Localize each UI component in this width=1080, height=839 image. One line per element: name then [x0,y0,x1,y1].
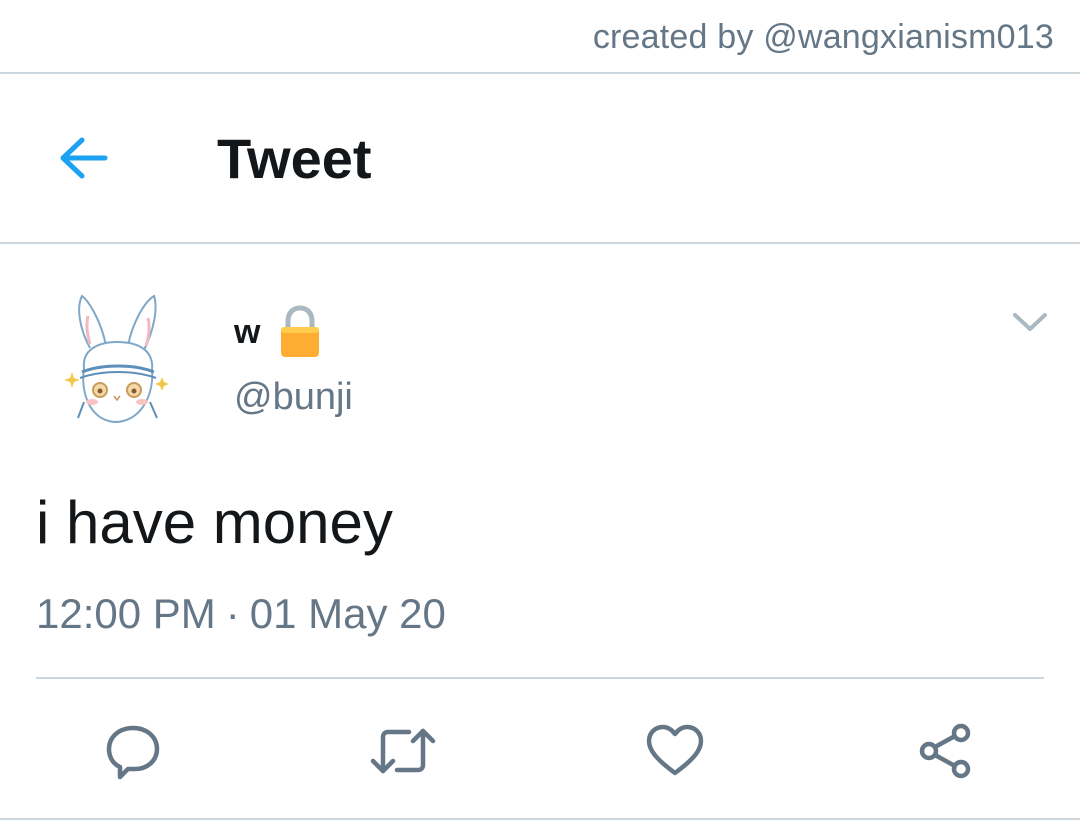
tweet-text: i have money [36,489,393,556]
share-icon [919,723,971,779]
reply-icon [106,725,160,780]
header-divider [0,242,1080,244]
bottom-divider [0,818,1080,820]
back-button[interactable] [52,130,114,186]
tweet-timestamp: 12:00 PM · 01 May 20 [36,590,446,638]
author-handle[interactable]: @bunji [234,376,353,419]
creator-credit: created by @wangxianism013 [592,18,1054,56]
like-button[interactable] [640,716,710,786]
share-button[interactable] [910,716,980,786]
app-header: Tweet [0,74,1080,242]
lock-icon [281,305,320,357]
author-name: w [234,312,261,351]
tweet-date: 01 May 20 [249,590,446,637]
tweet-detail-screen: created by @wangxianism013 Tweet w @bunj… [0,0,1080,839]
chevron-down-icon [1013,313,1047,331]
retweet-icon [370,728,436,774]
tweet-time: 12:00 PM [36,590,216,637]
actions-divider [36,677,1044,679]
page-title: Tweet [217,127,372,190]
tweet-options-button[interactable] [1008,302,1052,342]
meta-separator: · [225,590,240,637]
retweet-button[interactable] [368,716,438,786]
author-display-name[interactable]: w [234,305,322,359]
arrow-left-icon [60,137,108,179]
avatar[interactable] [62,290,172,430]
reply-button[interactable] [98,716,168,786]
heart-icon [646,724,704,776]
bunny-avatar-icon [64,294,169,424]
